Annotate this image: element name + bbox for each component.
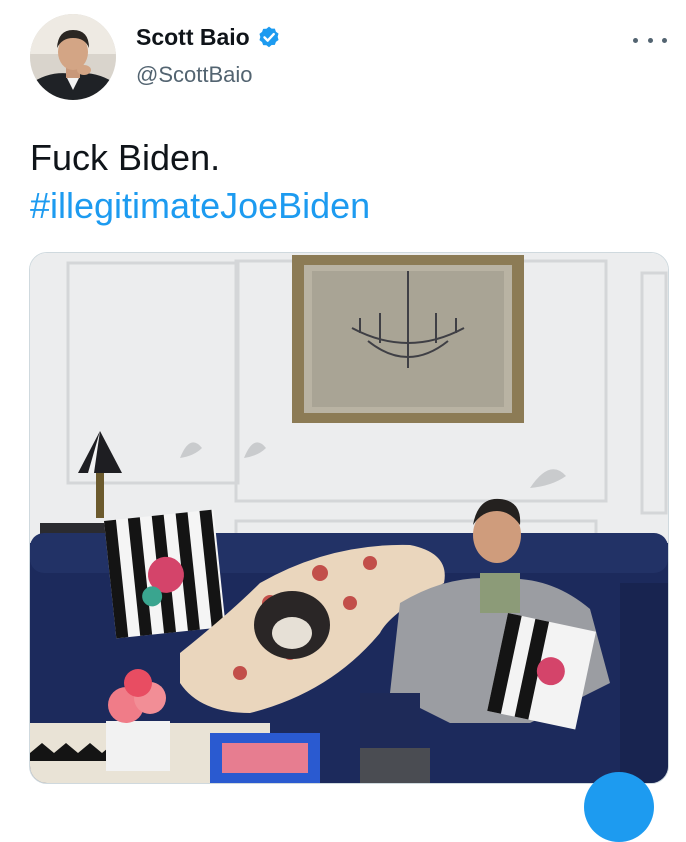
author-avatar[interactable] bbox=[30, 14, 116, 100]
dot bbox=[633, 37, 638, 43]
author-handle[interactable]: @ScottBaio bbox=[136, 62, 253, 88]
tweet-text: Fuck Biden. #illegitimateJoeBiden bbox=[30, 134, 370, 230]
author-name-row[interactable]: Scott Baio bbox=[136, 24, 282, 51]
photo-image bbox=[30, 253, 668, 783]
compose-button[interactable] bbox=[584, 772, 654, 842]
hashtag-link[interactable]: #illegitimateJoeBiden bbox=[30, 182, 370, 230]
verified-badge-icon bbox=[259, 26, 279, 47]
tweet-photo[interactable] bbox=[29, 252, 669, 784]
author-display-name[interactable]: Scott Baio bbox=[136, 24, 250, 51]
dot bbox=[647, 37, 653, 43]
tweet-body: Fuck Biden. bbox=[30, 137, 221, 178]
dot bbox=[662, 37, 667, 43]
avatar-image bbox=[30, 14, 116, 100]
tweet-card: Scott Baio @ScottBaio Fuck Biden. #illeg… bbox=[0, 0, 686, 842]
more-options-icon[interactable] bbox=[633, 34, 667, 46]
